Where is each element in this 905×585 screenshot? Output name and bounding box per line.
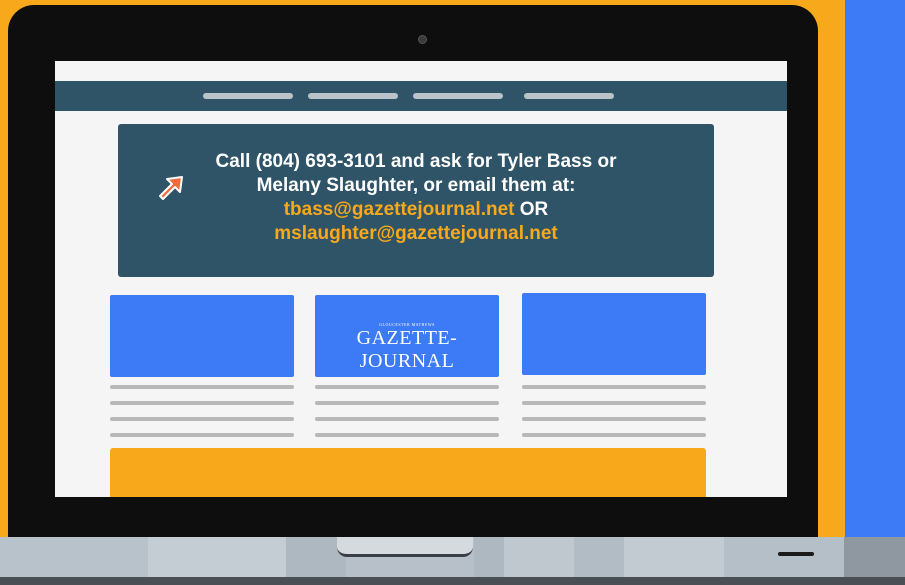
text-line (110, 385, 294, 389)
content-card-3[interactable] (522, 293, 706, 375)
nav-item-3[interactable] (413, 93, 503, 99)
text-line (522, 417, 706, 421)
or-label: OR (519, 199, 549, 220)
laptop-screen: Call (804) 693-3101 and ask for Tyler Ba… (55, 61, 787, 497)
contact-line-2: Melany Slaughter, or email them at: (256, 175, 576, 196)
laptop-opening-notch (337, 537, 473, 557)
background-blue-panel (845, 0, 905, 585)
email-link-tbass[interactable]: tbass@gazettejournal.net (284, 199, 515, 220)
text-line (315, 433, 499, 437)
cursor-arrow-icon (159, 176, 183, 200)
email-link-mslaughter[interactable]: mslaughter@gazettejournal.net (118, 222, 714, 246)
content-card-logo[interactable]: GLOUCESTER MATHEWS GAZETTE-JOURNAL (315, 295, 499, 377)
text-line (110, 433, 294, 437)
text-line (522, 401, 706, 405)
contact-text: Call (804) 693-3101 and ask for Tyler Ba… (118, 150, 714, 246)
text-line (110, 417, 294, 421)
laptop-base-edge (0, 577, 905, 585)
text-line (110, 401, 294, 405)
text-line (315, 385, 499, 389)
content-card-1[interactable] (110, 295, 294, 377)
nav-bar (55, 81, 787, 111)
text-line (522, 433, 706, 437)
contact-line-1: Call (804) 693-3101 and ask for Tyler Ba… (215, 151, 617, 172)
nav-item-2[interactable] (308, 93, 398, 99)
gazette-journal-logo: GLOUCESTER MATHEWS GAZETTE-JOURNAL (356, 322, 458, 373)
text-line (315, 417, 499, 421)
laptop-slot (778, 552, 814, 556)
contact-banner: Call (804) 693-3101 and ask for Tyler Ba… (118, 124, 714, 277)
text-line (522, 385, 706, 389)
text-line (315, 401, 499, 405)
nav-item-4[interactable] (524, 93, 614, 99)
footer-banner[interactable] (110, 448, 706, 497)
nav-item-1[interactable] (203, 93, 293, 99)
camera-icon (418, 35, 427, 44)
